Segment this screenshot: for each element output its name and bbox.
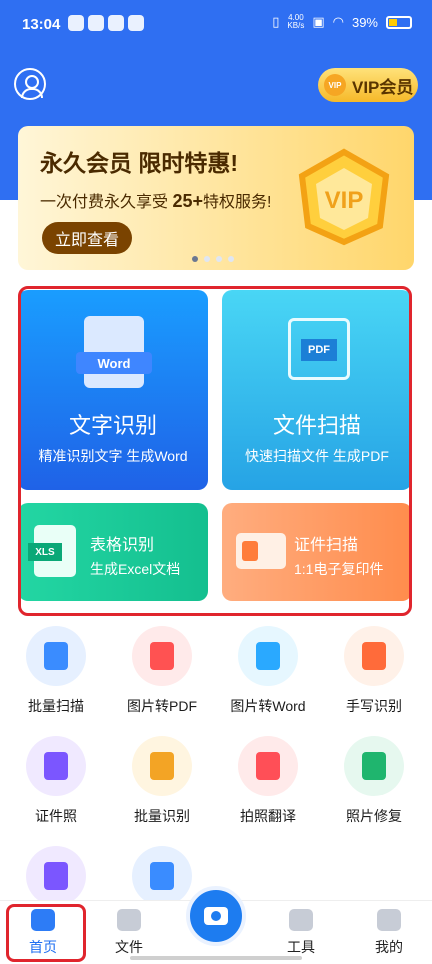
folder-icon <box>117 909 141 931</box>
card-subtitle: 精准识别文字 生成Word <box>38 448 188 464</box>
tool-handwriting[interactable]: 手写识别 <box>324 626 424 716</box>
file-scan-card[interactable]: PDF 文件扫描 快速扫描文件 生成PDF <box>222 290 412 490</box>
photo-translate-icon <box>238 736 298 796</box>
app-notification-icon <box>128 15 144 31</box>
xls-document-icon: XLS <box>28 525 76 577</box>
card-subtitle: 快速扫描文件 生成PDF <box>245 448 389 464</box>
vip-member-label: VIP会员 <box>352 77 414 97</box>
card-subtitle: 生成Excel文档 <box>90 561 181 577</box>
status-bar: 13:04 ▯ 4.00 KB/s ▣ ◠ 39% <box>0 0 432 52</box>
profile-icon <box>377 909 401 931</box>
camera-button[interactable] <box>186 886 246 946</box>
tool-id-photo[interactable]: 证件照 <box>6 736 106 826</box>
vibrate-icon: ▯ <box>272 14 280 29</box>
tab-files[interactable]: 文件 <box>94 909 164 957</box>
app-notification-icon <box>68 15 84 31</box>
banner-subtitle: 一次付费永久享受 25+特权服务! <box>40 191 272 211</box>
vip-gem-icon: VIP <box>298 148 390 246</box>
status-time: 13:04 <box>22 16 61 33</box>
battery-icon <box>386 15 412 29</box>
id-photo-icon <box>26 736 86 796</box>
pagination-dot[interactable] <box>204 256 210 262</box>
avatar-button[interactable] <box>14 68 46 100</box>
notification-icons <box>68 15 144 31</box>
tab-tools[interactable]: 工具 <box>266 909 336 957</box>
id-scan-card[interactable]: 证件扫描 1:1电子复印件 <box>222 503 412 601</box>
pagination-dot[interactable] <box>216 256 222 262</box>
id-card-icon <box>236 533 286 569</box>
network-speed: 4.00 KB/s <box>287 13 305 30</box>
document-icon <box>26 846 86 906</box>
pagination-dot[interactable] <box>228 256 234 262</box>
home-indicator[interactable] <box>130 956 302 960</box>
tool-image-to-pdf[interactable]: 图片转PDF <box>112 626 212 716</box>
vip-member-button[interactable]: VIP VIP会员 <box>318 68 418 102</box>
grid-search-icon <box>132 846 192 906</box>
vip-badge-icon: VIP <box>324 74 346 96</box>
app-notification-icon <box>108 15 124 31</box>
handwriting-icon <box>344 626 404 686</box>
batch-scan-icon <box>26 626 86 686</box>
banner-pagination <box>192 256 234 262</box>
card-title: 文字识别 <box>68 413 157 438</box>
tab-me[interactable]: 我的 <box>354 909 424 957</box>
card-title: 文件扫描 <box>272 413 361 438</box>
promo-banner[interactable]: 永久会员 限时特惠! 一次付费永久享受 25+特权服务! 立即查看 VIP <box>18 126 414 270</box>
card-title: 表格识别 <box>90 537 155 554</box>
battery-percent: 39% <box>351 14 378 30</box>
banner-title: 永久会员 限时特惠! <box>40 150 239 176</box>
sim-icon: ▣ <box>312 14 325 29</box>
svg-text:VIP: VIP <box>325 187 364 214</box>
pdf-scan-icon: PDF <box>288 318 350 380</box>
wifi-icon: ◠ <box>332 14 344 29</box>
card-subtitle: 1:1电子复印件 <box>294 561 384 577</box>
home-tab-highlight-outline <box>6 904 86 962</box>
banner-view-now-button[interactable]: 立即查看 <box>42 222 132 254</box>
text-recognition-card[interactable]: Word 文字识别 精准识别文字 生成Word <box>18 290 208 490</box>
status-right: ▯ 4.00 KB/s ▣ ◠ 39% <box>272 14 412 30</box>
image-to-word-icon <box>238 626 298 686</box>
image-to-pdf-icon <box>132 626 192 686</box>
batch-recognition-icon <box>132 736 192 796</box>
tool-photo-translate[interactable]: 拍照翻译 <box>218 736 318 826</box>
table-recognition-card[interactable]: XLS 表格识别 生成Excel文档 <box>18 503 208 601</box>
toolbox-icon <box>289 909 313 931</box>
word-document-icon: Word <box>76 316 152 388</box>
pagination-dot[interactable] <box>192 256 198 262</box>
tool-batch-scan[interactable]: 批量扫描 <box>6 626 106 716</box>
card-title: 证件扫描 <box>294 537 359 554</box>
tool-document[interactable] <box>6 846 106 906</box>
tool-image-to-word[interactable]: 图片转Word <box>218 626 318 716</box>
photo-restore-icon <box>344 736 404 796</box>
tool-photo-restore[interactable]: 照片修复 <box>324 736 424 826</box>
app-notification-icon <box>88 15 104 31</box>
tool-batch-recognition[interactable]: 批量识别 <box>112 736 212 826</box>
